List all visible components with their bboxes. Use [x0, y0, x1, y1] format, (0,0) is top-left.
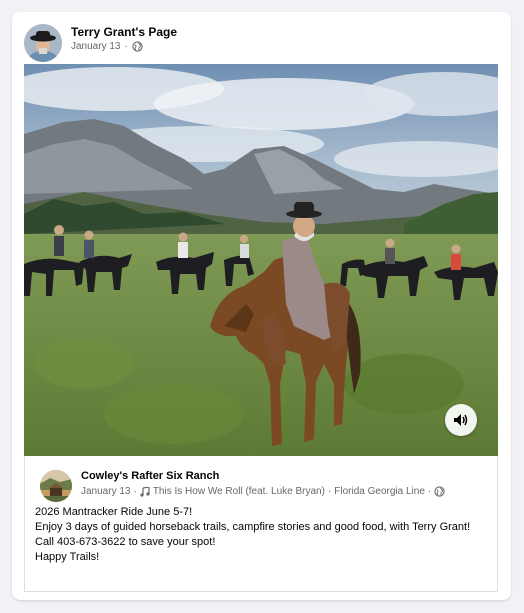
shared-post-meta: January 13 · This Is How We Roll (feat. … — [81, 486, 445, 497]
post-card: Terry Grant's Page January 13 · Cowley's… — [12, 12, 511, 600]
globe-icon[interactable] — [132, 41, 143, 52]
post-text-line: Enjoy 3 days of guided horseback trails,… — [35, 521, 471, 533]
post-video[interactable] — [24, 64, 498, 456]
meta-separator: · — [327, 486, 332, 497]
music-note-icon — [140, 486, 150, 497]
song-title[interactable]: This Is How We Roll (feat. Luke Bryan) — [153, 486, 325, 497]
meta-separator: · — [124, 41, 128, 52]
post-text-line: Call 403-673-3622 to save your spot! — [35, 536, 216, 548]
post-text: 2026 Mantracker Ride June 5-7! Enjoy 3 d… — [35, 505, 487, 565]
shared-page-name[interactable]: Cowley's Rafter Six Ranch — [81, 470, 219, 482]
post-date[interactable]: January 13 — [71, 41, 120, 52]
globe-icon[interactable] — [434, 486, 445, 497]
post-text-line: Happy Trails! — [35, 551, 100, 563]
shared-post-date[interactable]: January 13 — [81, 486, 130, 497]
shared-page-avatar[interactable] — [40, 470, 72, 502]
page-avatar[interactable] — [24, 24, 62, 62]
artist-name[interactable]: Florida Georgia Line — [334, 486, 425, 497]
sound-toggle-button[interactable] — [445, 404, 477, 436]
post-meta: January 13 · — [71, 41, 143, 52]
page-name[interactable]: Terry Grant's Page — [71, 25, 177, 39]
post-text-line: 2026 Mantracker Ride June 5-7! — [35, 506, 193, 518]
meta-separator: · — [427, 486, 432, 497]
shared-post[interactable]: Cowley's Rafter Six Ranch January 13 · T… — [24, 456, 498, 592]
meta-separator: · — [133, 486, 137, 497]
speaker-icon — [454, 414, 468, 426]
